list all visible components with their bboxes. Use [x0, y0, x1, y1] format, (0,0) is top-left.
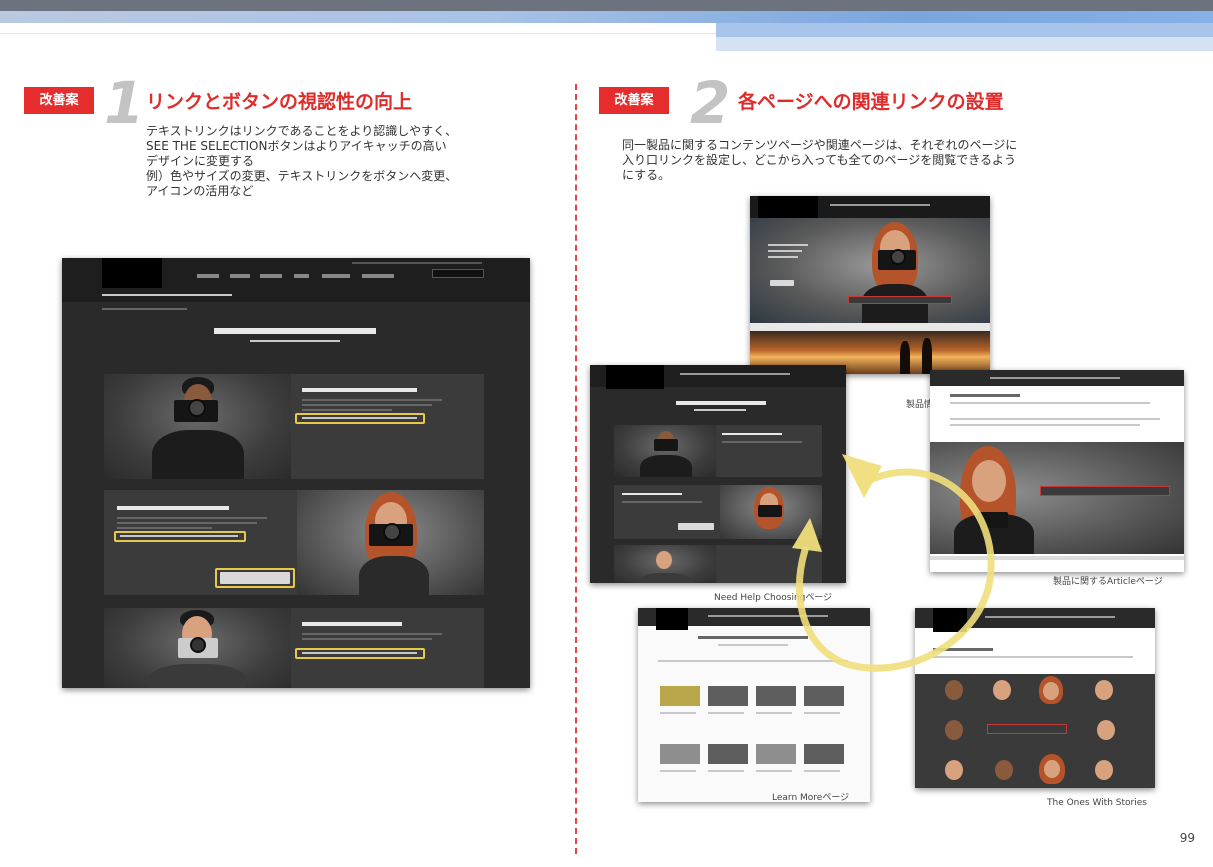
- left-mockup-screenshot: [62, 258, 530, 688]
- header-bar-right-2: [716, 37, 1213, 51]
- nav-lenses: [230, 274, 250, 278]
- section-divider: [575, 84, 577, 854]
- product-page-screenshot: [750, 196, 990, 374]
- left-badge: 改善案: [24, 87, 94, 114]
- see-selection-button: [220, 572, 290, 584]
- card-2-photo: [297, 490, 484, 595]
- header-bar-right-1: [716, 23, 1213, 37]
- right-number: 2: [690, 69, 731, 137]
- card-3-photo: [104, 608, 291, 688]
- nav-where-to-buy: [322, 274, 350, 278]
- hero-subtitle: [250, 340, 340, 342]
- nav-cameras: [197, 274, 219, 278]
- top-links: [352, 262, 482, 264]
- caption-stories: The Ones With Stories: [1047, 798, 1147, 808]
- hero-title: [214, 328, 376, 334]
- card-1-photo: [104, 374, 291, 479]
- logo-redaction: [656, 608, 688, 630]
- nav-support: [260, 274, 282, 278]
- left-number: 1: [104, 69, 145, 137]
- header-thin-line: [0, 33, 716, 34]
- logo-redaction: [606, 365, 664, 389]
- nav-promotions: [362, 274, 394, 278]
- slide-page: 改善案 1 リンクとボタンの視認性の向上 テキストリンクはリンクであることをより…: [0, 0, 1213, 867]
- header-bar-blue: [0, 11, 1213, 23]
- right-description: 同一製品に関するコンテンツページや関連ページは、それぞれのページに 入り口リンク…: [622, 138, 1018, 182]
- subbar-text: [102, 294, 232, 296]
- left-title: リンクとボタンの視認性の向上: [146, 91, 413, 113]
- article-title: [950, 394, 1020, 397]
- need-help-title: [676, 401, 766, 405]
- card-3-title: [302, 622, 402, 626]
- logo-redaction: [758, 196, 818, 220]
- page-number: 99: [1179, 831, 1195, 845]
- header-bar-dark: [0, 0, 1213, 11]
- caption-learn-more: Learn Moreページ: [772, 793, 850, 803]
- card-2-title: [117, 506, 229, 510]
- logo-redaction: [102, 258, 162, 288]
- card-1-title: [302, 388, 417, 392]
- cycle-arrow-icon: [792, 454, 995, 672]
- search-box: [432, 269, 484, 278]
- breadcrumb: [102, 308, 187, 310]
- nav-news: [294, 274, 309, 278]
- left-description: テキストリンクはリンクであることをより認識しやすく、 SEE THE SELEC…: [146, 124, 458, 198]
- article-banner: [1040, 486, 1170, 496]
- right-badge: 改善案: [599, 87, 669, 114]
- caption-article-page: 製品に関するArticleページ: [1053, 577, 1163, 587]
- right-title: 各ページへの関連リンクの設置: [738, 91, 1004, 113]
